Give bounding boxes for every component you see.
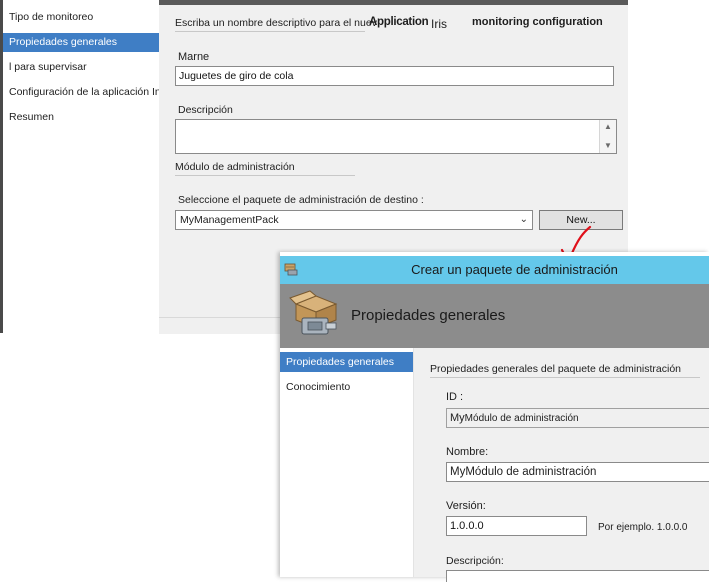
id-field: MyMódulo de administración: [446, 408, 709, 428]
dialog-name-prefix: My: [450, 466, 466, 478]
dialog-description-textarea[interactable]: [446, 570, 709, 582]
dialog-titlebar: Crear un paquete de administración: [280, 256, 709, 284]
version-input[interactable]: [446, 516, 587, 536]
scroll-up-icon[interactable]: ▲: [600, 120, 616, 134]
management-pack-select-label: Seleccione el paquete de administración …: [178, 194, 424, 206]
dialog-nav-item-knowledge[interactable]: Conocimiento: [280, 377, 413, 397]
overlay-application-label: Application: [369, 16, 429, 28]
dialog-name-input[interactable]: MyMódulo de administración: [446, 462, 709, 482]
wizard-header-text: Escriba un nombre descriptivo para el nu…: [175, 17, 377, 32]
name-label: Marne: [178, 51, 210, 63]
wizard-nav-item-summary[interactable]: Resumen: [3, 108, 159, 127]
description-label: Descripción: [178, 104, 233, 116]
management-pack-selected-value: MyManagementPack: [180, 214, 279, 226]
dialog-content-pane: Propiedades generales del paquete de adm…: [414, 348, 709, 582]
wizard-nav-item-monitoring-type[interactable]: Tipo de monitoreo: [3, 8, 159, 27]
version-label: Versión:: [446, 500, 486, 512]
dialog-name-value: Módulo de administración: [465, 466, 597, 478]
overlay-monitoring-label: monitoring configuration: [472, 16, 603, 28]
management-pack-box-icon: [289, 290, 338, 335]
wizard-nav-item-general-properties[interactable]: Propiedades generales: [3, 33, 159, 52]
name-input[interactable]: [175, 66, 614, 86]
dialog-banner-title: Propiedades generales: [351, 307, 506, 324]
dialog-name-label: Nombre:: [446, 446, 489, 458]
scroll-down-icon[interactable]: ▼: [600, 139, 616, 153]
create-management-pack-dialog: Crear un paquete de administración Propi…: [280, 252, 709, 582]
wizard-nav: Tipo de monitoreo Propiedades generales …: [3, 8, 188, 133]
wizard-nav-item-what-to-monitor[interactable]: l para supervisar: [3, 58, 159, 77]
dialog-nav-item-general-properties[interactable]: Propiedades generales: [280, 352, 413, 372]
wizard-nav-item-insights-config[interactable]: Configuración de la aplicación Insights: [3, 83, 188, 102]
overlay-iris-label: Iris: [431, 17, 447, 31]
dialog-banner: Propiedades generales: [280, 284, 709, 348]
dialog-description-label: Descripción:: [446, 555, 504, 567]
id-value: Módulo de administración: [464, 413, 579, 424]
dialog-title: Crear un paquete de administración: [411, 262, 618, 277]
version-hint: Por ejemplo. 1.0.0.0: [598, 522, 688, 533]
description-textarea[interactable]: ▲ ▼: [175, 119, 617, 154]
chevron-down-icon[interactable]: ⌄: [520, 211, 528, 229]
id-value-prefix: My: [450, 412, 465, 424]
dialog-section-header: Propiedades generales del paquete de adm…: [430, 363, 700, 378]
description-scrollbar[interactable]: ▲ ▼: [599, 120, 616, 153]
dialog-nav: Propiedades generales Conocimiento: [280, 348, 414, 577]
management-pack-select[interactable]: MyManagementPack ⌄: [175, 210, 533, 230]
id-label: ID :: [446, 391, 464, 403]
management-pack-section-header: Módulo de administración: [175, 161, 355, 176]
